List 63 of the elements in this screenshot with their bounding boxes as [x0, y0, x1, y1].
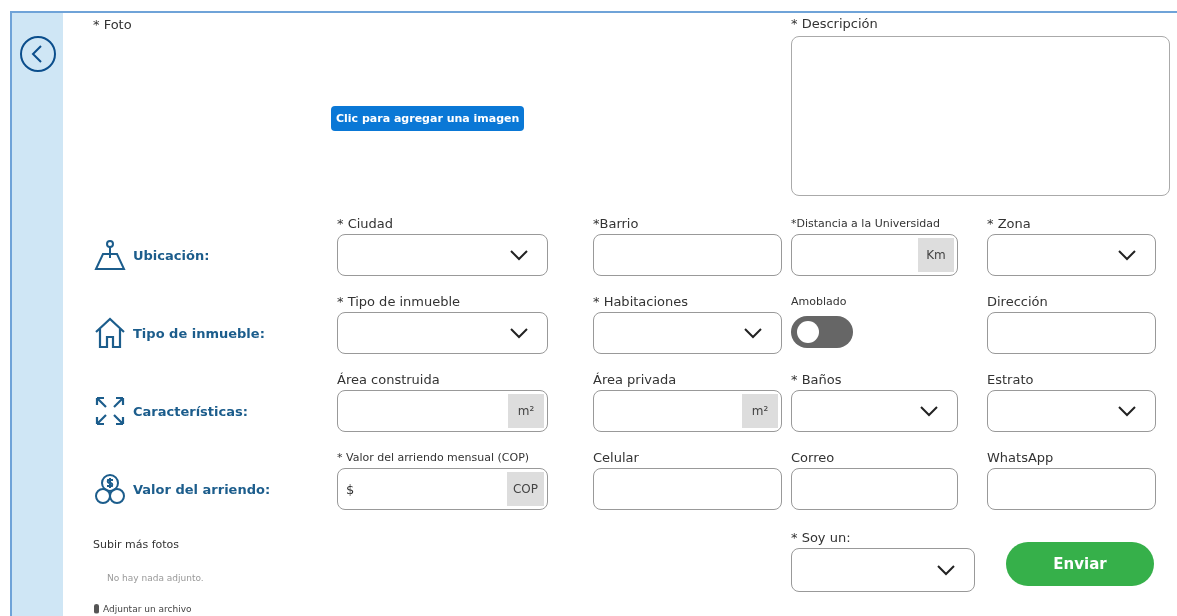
field-label: Amoblado: [791, 294, 848, 310]
house-icon: [93, 316, 127, 350]
input-field[interactable]: [791, 468, 958, 510]
chevron-down-icon: [936, 564, 956, 576]
dropdown[interactable]: [791, 390, 958, 432]
chevron-down-icon: [1117, 405, 1137, 417]
field-label: * Ciudad: [337, 216, 395, 232]
input-field[interactable]: m²: [593, 390, 782, 432]
input-field[interactable]: [987, 312, 1156, 354]
field-label: *Distancia a la Universidad: [791, 216, 942, 232]
chevron-down-icon: [509, 249, 529, 261]
section-title: Subir más fotos: [93, 538, 181, 551]
dropdown[interactable]: [987, 234, 1156, 276]
field-label: * Habitaciones: [593, 294, 690, 310]
field-label: WhatsApp: [987, 450, 1055, 466]
input-field[interactable]: [987, 468, 1156, 510]
map-pin-icon: [93, 238, 127, 272]
field-label: * Soy un:: [791, 530, 852, 546]
add-image-button[interactable]: Clic para agregar una imagen: [331, 106, 525, 131]
chevron-down-icon: [1117, 249, 1137, 261]
field-label: Celular: [593, 450, 640, 466]
unit-label: m²: [742, 394, 778, 428]
section-label: Características:: [133, 403, 248, 419]
field-label: *Barrio: [593, 216, 640, 232]
section-label: Tipo de inmueble:: [133, 325, 265, 341]
field-label: Dirección: [987, 294, 1049, 310]
dropdown[interactable]: [987, 390, 1156, 432]
section-label: Ubicación:: [133, 247, 210, 263]
input-field[interactable]: [593, 468, 782, 510]
field-label: Área privada: [593, 372, 678, 388]
field-label: * Valor del arriendo mensual (COP): [337, 450, 531, 466]
dropdown[interactable]: [791, 548, 975, 592]
unit-label: COP: [506, 472, 544, 506]
back-icon[interactable]: [18, 35, 57, 73]
field-label: Correo: [791, 450, 836, 466]
input-field[interactable]: [593, 234, 782, 276]
field-label: Estrato: [987, 372, 1035, 388]
field-label: * Tipo de inmueble: [337, 294, 462, 310]
expand-icon: [93, 394, 127, 428]
section-label: Valor del arriendo:: [133, 481, 271, 497]
chevron-down-icon: [509, 327, 529, 339]
input-field[interactable]: Km: [791, 234, 958, 276]
dropdown[interactable]: [593, 312, 782, 354]
unit-label: m²: [508, 394, 544, 428]
coins-icon: [93, 472, 127, 506]
toggle-switch[interactable]: [791, 316, 853, 348]
field-label: * Zona: [987, 216, 1032, 232]
unit-label: Km: [918, 238, 954, 272]
field-label: * Baños: [791, 372, 843, 388]
empty-message: No hay nada adjunto.: [107, 573, 205, 583]
field-label: Área construida: [337, 372, 441, 388]
paperclip-icon: [93, 603, 100, 614]
input-field[interactable]: $ COP: [337, 468, 548, 510]
field-label: * Foto: [93, 17, 133, 33]
description-field[interactable]: [791, 36, 1170, 196]
input-field[interactable]: m²: [337, 390, 548, 432]
dropdown[interactable]: [337, 312, 548, 354]
field-label: * Descripción: [791, 16, 879, 32]
currency-prefix: $: [346, 481, 355, 497]
chevron-down-icon: [743, 327, 763, 339]
dropdown[interactable]: [337, 234, 548, 276]
attach-file-link[interactable]: Adjuntar un archivo: [93, 603, 791, 614]
chevron-down-icon: [919, 405, 939, 417]
